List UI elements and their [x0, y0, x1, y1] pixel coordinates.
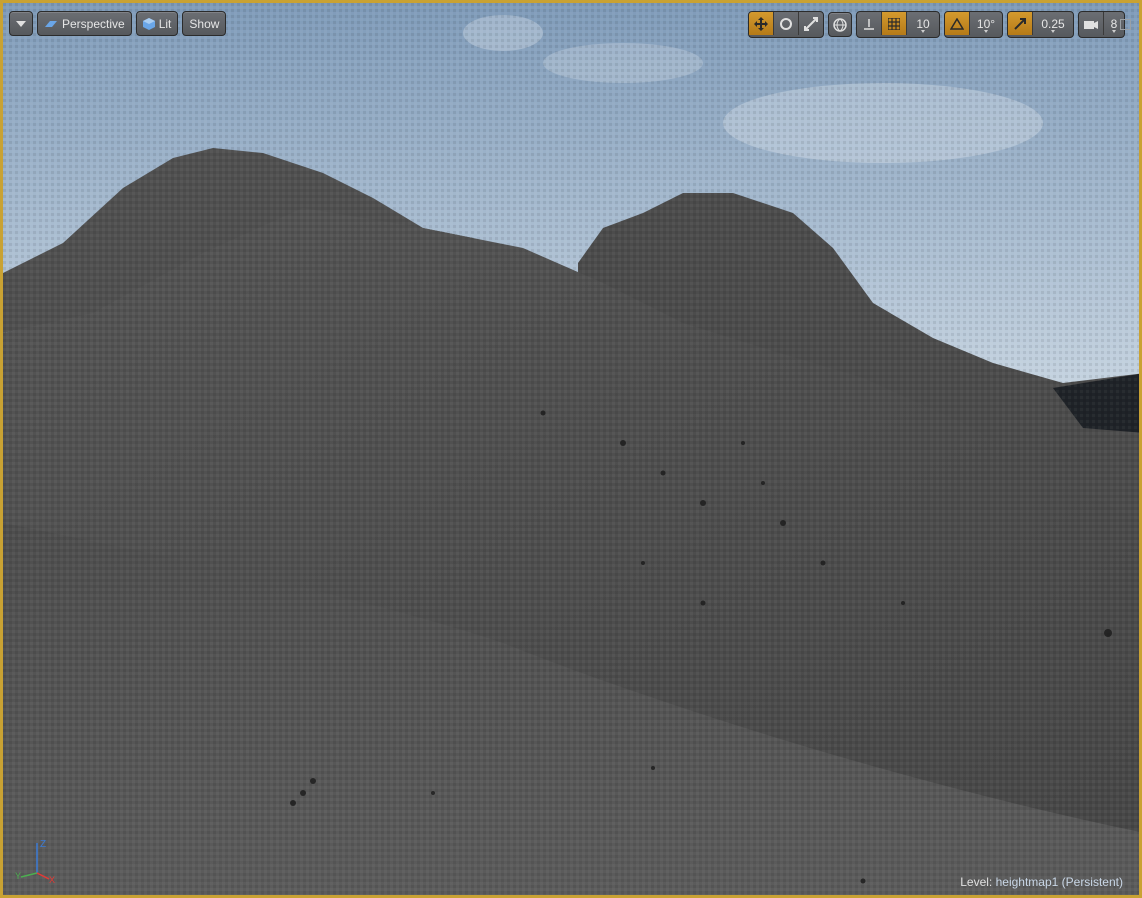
grid-snap-group: 10	[856, 11, 940, 38]
viewport-toolbar-right: 10 10° 0.25 8	[748, 11, 1125, 38]
rotation-snap-toggle[interactable]	[945, 12, 970, 35]
surface-snap-icon	[864, 18, 874, 30]
grid-snap-value[interactable]: 10	[907, 12, 939, 35]
viewport-options-menu[interactable]	[9, 11, 33, 36]
rotation-snap-group: 10°	[944, 11, 1003, 38]
show-label: Show	[189, 16, 220, 31]
scale-snap-value[interactable]: 0.25	[1033, 12, 1073, 35]
translate-icon	[754, 16, 768, 31]
scale-snap-icon	[1014, 17, 1026, 30]
rotate-icon	[780, 17, 792, 30]
show-button[interactable]: Show	[182, 11, 227, 36]
maximize-viewport-icon[interactable]	[1120, 19, 1131, 30]
grid-snap-toggle[interactable]	[882, 12, 907, 35]
perspective-label: Perspective	[62, 16, 125, 31]
level-indicator: Level: heightmap1 (Persistent)	[960, 875, 1123, 889]
level-viewport[interactable]: Perspective Lit Show 10 10° 0.25 8 Z Y X…	[0, 0, 1142, 898]
rotation-snap-value[interactable]: 10°	[970, 12, 1002, 35]
scale-snap-toggle[interactable]	[1008, 12, 1033, 35]
angle-icon	[950, 17, 964, 30]
transform-mode-group	[748, 11, 824, 38]
camera-speed-group: 8	[1078, 11, 1125, 38]
perspective-button[interactable]: Perspective	[37, 11, 132, 36]
lit-label: Lit	[158, 16, 172, 31]
svg-text:Z: Z	[40, 839, 46, 850]
grid-icon	[888, 17, 900, 30]
scale-icon	[804, 16, 818, 31]
chevron-down-icon	[16, 20, 26, 27]
translate-mode-button[interactable]	[749, 12, 774, 35]
world-local-toggle[interactable]	[828, 12, 852, 37]
globe-icon	[833, 17, 847, 32]
scale-snap-group: 0.25	[1007, 11, 1074, 38]
viewport-toolbar-left: Perspective Lit Show	[9, 11, 227, 36]
svg-text:Y: Y	[15, 871, 21, 881]
lit-button[interactable]: Lit	[135, 11, 179, 36]
scale-mode-button[interactable]	[799, 12, 823, 35]
surface-snap-button[interactable]	[857, 12, 882, 35]
svg-text:X: X	[49, 875, 55, 885]
terrain-scene[interactable]	[3, 3, 1142, 898]
cube-icon	[142, 17, 155, 30]
level-name: heightmap1 (Persistent)	[995, 875, 1123, 889]
rotate-mode-button[interactable]	[774, 12, 799, 35]
camera-speed-button[interactable]	[1079, 12, 1104, 35]
level-prefix: Level:	[960, 875, 993, 889]
axis-gizmo-icon: Z Y X	[15, 839, 55, 885]
camera-icon	[1084, 20, 1098, 29]
perspective-icon	[45, 20, 57, 27]
